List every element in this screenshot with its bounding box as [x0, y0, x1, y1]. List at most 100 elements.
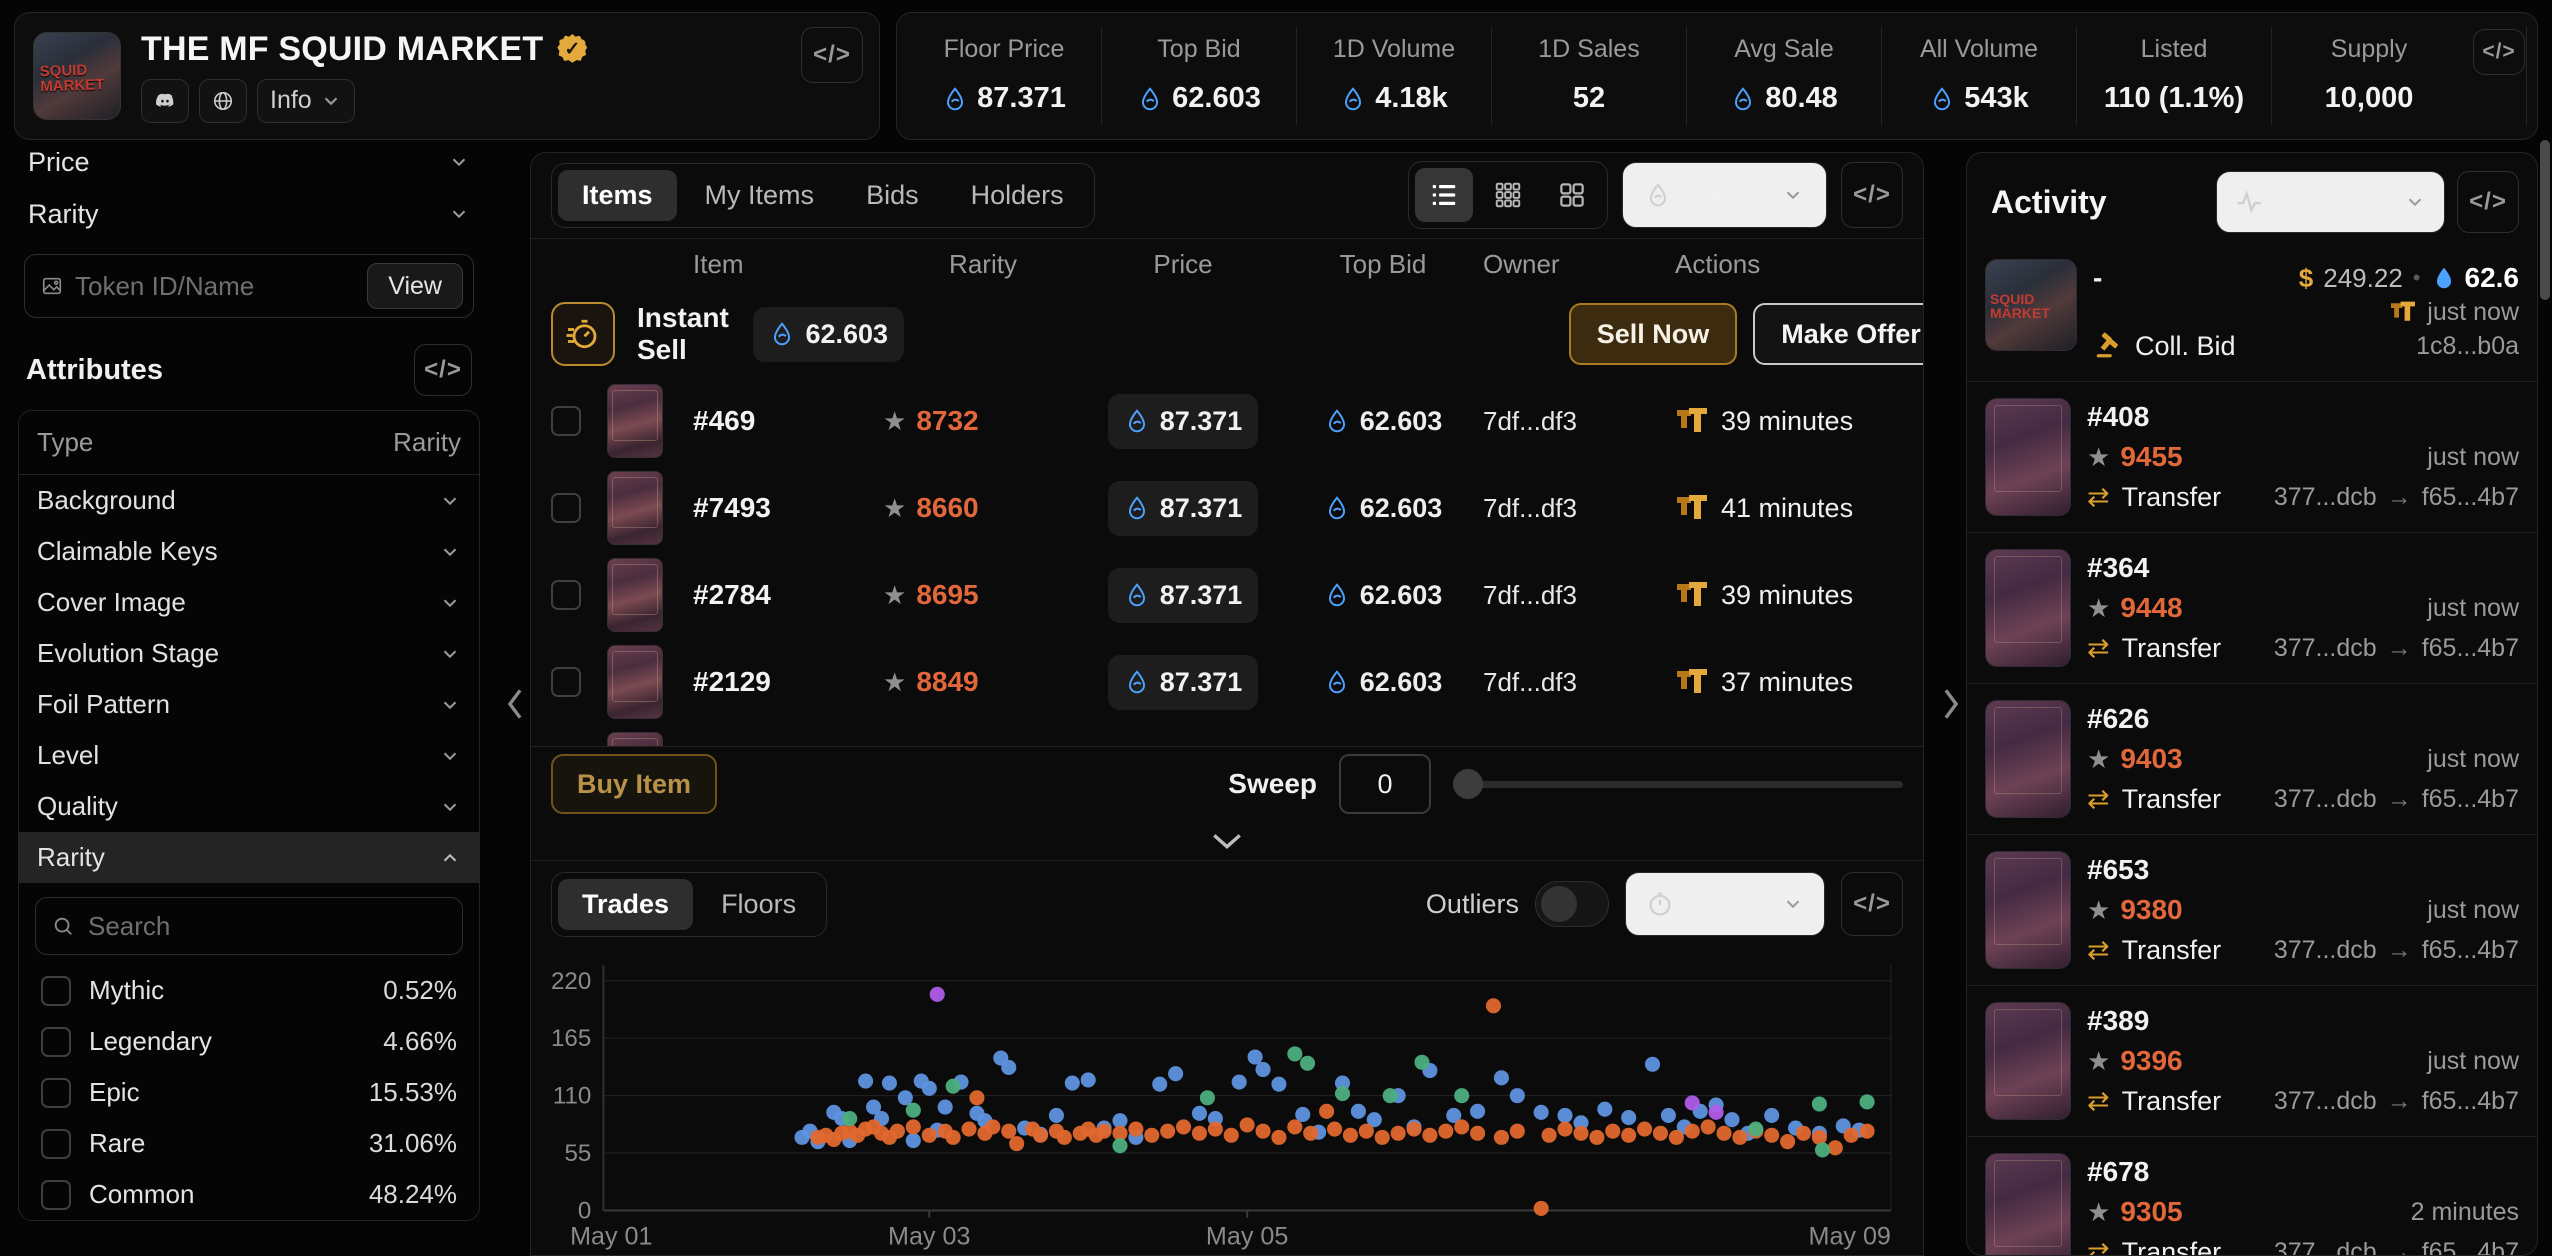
rarity-rank: 9396 [2120, 1044, 2182, 1078]
grid-dense-view-button[interactable] [1479, 168, 1537, 222]
rarity-option-common[interactable]: Common 48.24% [19, 1169, 479, 1220]
owner-address[interactable]: 7df...df3 [1483, 493, 1653, 524]
attributes-embed-button[interactable]: </> [414, 344, 472, 396]
make-offer-button[interactable]: Make Offer [1753, 303, 1923, 365]
activity-item-transfer[interactable]: #626 ★9403 just now ⇄Transfer 377...dcb→… [1967, 684, 2537, 835]
rarity-option-legendary[interactable]: Legendary 4.66% [19, 1016, 479, 1067]
owner-address[interactable]: 7df...df3 [1483, 406, 1653, 437]
items-embed-button[interactable]: </> [1841, 162, 1903, 228]
view-button[interactable]: View [367, 263, 463, 309]
sell-now-button[interactable]: Sell Now [1569, 303, 1738, 365]
activity-item-transfer[interactable]: #389 ★9396 just now ⇄Transfer 377...dcb→… [1967, 986, 2537, 1137]
chevron-up-icon [439, 847, 461, 869]
table-row[interactable]: #7493 ★8660 87.371 62.603 7df...df3 41 m… [531, 465, 1923, 552]
chevron-down-icon [1782, 184, 1804, 206]
collapse-sidebar-button[interactable] [500, 152, 530, 1256]
chart-embed-button[interactable]: </> [1841, 872, 1903, 936]
rarity-option-rare[interactable]: Rare 31.06% [19, 1118, 479, 1169]
row-checkbox[interactable] [551, 493, 581, 523]
table-row[interactable]: #2129 ★8849 87.371 62.603 7df...df3 37 m… [531, 639, 1923, 726]
activity-item-transfer[interactable]: #653 ★9380 just now ⇄Transfer 377...dcb→… [1967, 835, 2537, 986]
collection-embed-button[interactable]: </> [801, 27, 863, 83]
to-address[interactable]: f65...4b7 [2422, 1084, 2519, 1118]
checkbox[interactable] [41, 1027, 71, 1057]
activity-item-transfer[interactable]: #364 ★9448 just now ⇄Transfer 377...dcb→… [1967, 533, 2537, 684]
nft-thumbnail[interactable] [607, 645, 663, 719]
attribute-row-evolution-stage[interactable]: Evolution Stage [19, 628, 479, 679]
owner-address[interactable]: 7df...df3 [1483, 580, 1653, 611]
checkbox[interactable] [41, 976, 71, 1006]
owner-address[interactable]: 7df...df3 [1483, 667, 1653, 698]
from-address[interactable]: 377...dcb [2274, 933, 2377, 967]
tab-bids[interactable]: Bids [842, 170, 943, 221]
tx-hash[interactable]: 1c8...b0a [2416, 329, 2519, 363]
activity-item-transfer[interactable]: #408 ★9455 just now ⇄Transfer 377...dcb→… [1967, 382, 2537, 533]
from-address[interactable]: 377...dcb [2274, 1235, 2377, 1255]
row-checkbox[interactable] [551, 667, 581, 697]
attribute-row-rarity[interactable]: Rarity [19, 832, 479, 883]
attribute-row-quality[interactable]: Quality [19, 781, 479, 832]
rarity-option-epic[interactable]: Epic 15.53% [19, 1067, 479, 1118]
attribute-row-level[interactable]: Level [19, 730, 479, 781]
tab-trades[interactable]: Trades [558, 879, 693, 930]
activity-token-id: #678 [2087, 1155, 2149, 1189]
tab-items[interactable]: Items [558, 170, 677, 221]
attribute-row-background[interactable]: Background [19, 475, 479, 526]
stats-embed-button[interactable]: </> [2473, 29, 2525, 75]
sidebar-section-rarity[interactable]: Rarity [14, 188, 484, 240]
row-checkbox[interactable] [551, 580, 581, 610]
rarity-search-input[interactable] [88, 911, 446, 942]
activity-item-coll-bid[interactable]: SQUID MARKET - $ 249.22 • 62.6 [1967, 243, 2537, 382]
to-address[interactable]: f65...4b7 [2422, 782, 2519, 816]
to-address[interactable]: f65...4b7 [2422, 933, 2519, 967]
grid-large-view-button[interactable] [1543, 168, 1601, 222]
tab-holders[interactable]: Holders [947, 170, 1088, 221]
row-checkbox[interactable] [551, 406, 581, 436]
table-row[interactable]: #469 ★8732 87.371 62.603 7df...df3 39 mi… [531, 378, 1923, 465]
from-address[interactable]: 377...dcb [2274, 631, 2377, 665]
collapse-activity-button[interactable] [1936, 152, 1966, 1256]
expand-table-button[interactable] [531, 822, 1923, 862]
table-row[interactable]: #2784 ★8695 87.371 62.603 7df...df3 39 m… [531, 552, 1923, 639]
to-address[interactable]: f65...4b7 [2422, 480, 2519, 514]
token-id-input[interactable] [75, 271, 355, 302]
from-address[interactable]: 377...dcb [2274, 1084, 2377, 1118]
nft-thumbnail[interactable] [607, 558, 663, 632]
website-button[interactable] [199, 79, 247, 123]
star-icon: ★ [883, 580, 906, 611]
checkbox[interactable] [41, 1078, 71, 1108]
activity-embed-button[interactable]: </> [2457, 171, 2519, 233]
collection-logo[interactable]: SQUID MARKET [33, 32, 121, 120]
nft-thumbnail[interactable] [607, 471, 663, 545]
time-range-dropdown[interactable]: 7 Days [1625, 872, 1825, 936]
list-view-button[interactable] [1415, 168, 1473, 222]
outliers-toggle[interactable] [1535, 881, 1609, 927]
sweep-input[interactable] [1339, 754, 1431, 814]
nft-thumbnail[interactable] [607, 384, 663, 458]
attribute-row-claimable-keys[interactable]: Claimable Keys [19, 526, 479, 577]
sort-dropdown[interactable]: Price ↑ [1622, 162, 1827, 228]
checkbox[interactable] [41, 1129, 71, 1159]
buy-item-button[interactable]: Buy Item [551, 754, 717, 814]
instant-sell-icon [551, 302, 615, 366]
tab-floors[interactable]: Floors [697, 879, 820, 930]
to-address[interactable]: f65...4b7 [2422, 1235, 2519, 1255]
slider-handle[interactable] [1453, 769, 1483, 799]
activity-type: Transfer [2122, 933, 2222, 967]
to-address[interactable]: f65...4b7 [2422, 631, 2519, 665]
page-scrollbar[interactable] [2540, 140, 2550, 300]
attribute-row-cover-image[interactable]: Cover Image [19, 577, 479, 628]
info-dropdown[interactable]: Info [257, 79, 355, 123]
tab-my-items[interactable]: My Items [681, 170, 839, 221]
activity-type: Transfer [2122, 631, 2222, 665]
activity-filter-dropdown[interactable]: All Activity [2216, 171, 2445, 233]
attribute-row-foil-pattern[interactable]: Foil Pattern [19, 679, 479, 730]
from-address[interactable]: 377...dcb [2274, 782, 2377, 816]
discord-button[interactable] [141, 79, 189, 123]
checkbox[interactable] [41, 1180, 71, 1210]
rarity-option-mythic[interactable]: Mythic 0.52% [19, 965, 479, 1016]
sweep-slider[interactable] [1453, 754, 1903, 814]
sidebar-section-price[interactable]: Price [14, 152, 484, 188]
from-address[interactable]: 377...dcb [2274, 480, 2377, 514]
activity-item-transfer[interactable]: #678 ★9305 2 minutes ⇄Transfer 377...dcb… [1967, 1137, 2537, 1255]
